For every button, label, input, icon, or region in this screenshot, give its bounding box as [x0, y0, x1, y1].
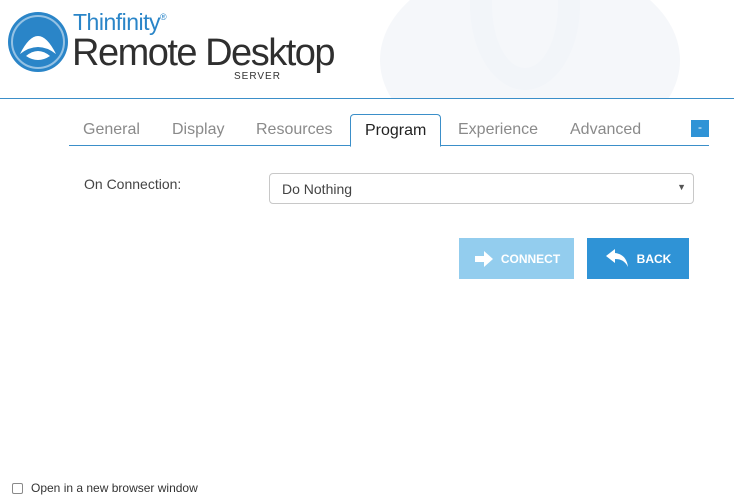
thinfinity-logo-icon: [8, 12, 68, 72]
on-connection-select[interactable]: Do Nothing ▼: [269, 173, 694, 204]
header: Thinfinity® Remote Desktop SERVER: [0, 0, 734, 99]
back-button-label: BACK: [636, 251, 672, 266]
tab-program[interactable]: Program: [350, 114, 442, 147]
brand-name-main: Remote Desktop: [72, 32, 336, 74]
new-window-checkbox[interactable]: [12, 482, 23, 494]
on-connection-label: On Connection:: [84, 176, 182, 192]
connect-button[interactable]: CONNECT: [459, 238, 574, 279]
new-window-option: Open in a new browser window: [12, 480, 198, 496]
tab-general[interactable]: General: [69, 114, 154, 146]
brand-name-sub: SERVER: [234, 71, 281, 82]
undo-arrow-icon: [605, 248, 628, 267]
collapse-button[interactable]: -: [691, 120, 709, 137]
back-button[interactable]: BACK: [587, 238, 689, 279]
tab-experience[interactable]: Experience: [444, 114, 552, 146]
tab-advanced[interactable]: Advanced: [556, 114, 655, 146]
chevron-down-icon: ▼: [677, 182, 686, 192]
tab-bar: General Display Resources Program Experi…: [69, 114, 709, 147]
tab-display[interactable]: Display: [158, 114, 238, 146]
new-window-label[interactable]: Open in a new browser window: [31, 481, 198, 495]
tab-resources[interactable]: Resources: [242, 114, 346, 146]
on-connection-value: Do Nothing: [282, 181, 353, 197]
arrow-right-icon: [474, 250, 493, 267]
connect-button-label: CONNECT: [500, 251, 561, 266]
